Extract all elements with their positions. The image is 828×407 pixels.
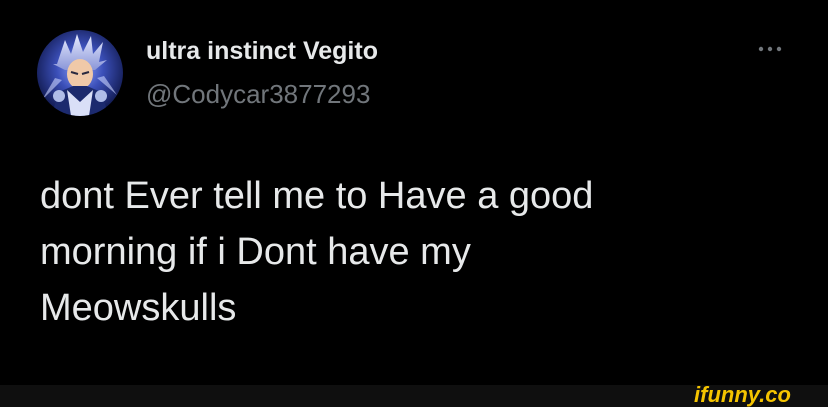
ifunny-watermark-logo[interactable]: ifunny.co: [692, 382, 820, 407]
avatar[interactable]: [37, 30, 123, 116]
user-handle[interactable]: @Codycar3877293: [146, 79, 370, 109]
tweet-text-line: Meowskulls: [40, 287, 237, 329]
more-options-icon: [758, 46, 782, 52]
watermark-text: ifunny.co: [694, 382, 791, 407]
tweet-card: ultra instinct Vegito @Codycar3877293 do…: [0, 0, 828, 385]
anime-character-avatar-icon: [37, 30, 123, 116]
tweet-text: dont Ever tell me to Have a good morning…: [40, 168, 760, 336]
tweet-text-line: morning if i Dont have my: [40, 231, 471, 273]
tweet-text-line: dont Ever tell me to Have a good: [40, 175, 594, 217]
more-options-button[interactable]: [752, 38, 788, 60]
display-name[interactable]: ultra instinct Vegito: [146, 36, 378, 66]
